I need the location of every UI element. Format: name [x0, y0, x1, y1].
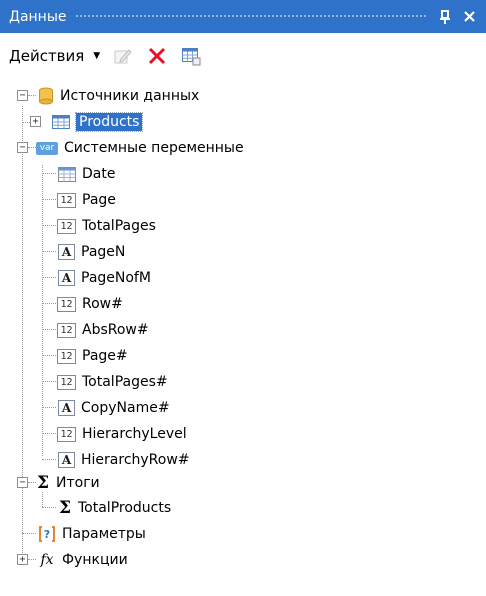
tree-node-totalpages-hash[interactable]: 12 TotalPages# [57, 369, 168, 395]
tree-label: Параметры [62, 526, 146, 542]
variable-icon: var [36, 141, 58, 155]
tree-label: Row# [82, 296, 123, 312]
toolbar: Действия ▼ [0, 33, 486, 79]
tree-node-copyname[interactable]: A CopyName# [58, 395, 170, 421]
tree-node-products[interactable]: Products [52, 109, 144, 135]
tree-node-totalpages[interactable]: 12 TotalPages [57, 213, 156, 239]
panel-titlebar: Данные [0, 0, 486, 33]
number-icon: 12 [57, 192, 76, 208]
tree-node-page-hash[interactable]: 12 Page# [57, 343, 128, 369]
actions-dropdown[interactable]: Действия ▼ [9, 47, 100, 65]
edit-button[interactable] [112, 45, 134, 67]
expand-toggle-functions[interactable]: + [17, 554, 28, 565]
text-icon: A [58, 270, 75, 286]
tree-label: Системные переменные [64, 140, 244, 156]
parameters-icon: ? [38, 525, 56, 543]
text-icon: A [58, 400, 75, 416]
panel-title: Данные [9, 8, 67, 25]
actions-label: Действия [9, 47, 85, 65]
tree-label: Page# [82, 348, 128, 364]
tree-label: CopyName# [81, 400, 170, 416]
titlebar-grip [74, 14, 428, 19]
pin-icon[interactable] [436, 7, 454, 27]
tree-label: Функции [62, 552, 128, 568]
tree-node-system-variables[interactable]: var Системные переменные [36, 135, 244, 161]
edit-icon [114, 49, 132, 64]
tree-node-date[interactable]: Date [58, 161, 115, 187]
tree-label: HierarchyRow# [81, 452, 190, 468]
tree-label: Page [82, 192, 116, 208]
tree-node-totals[interactable]: Σ Итоги [36, 470, 100, 496]
data-grid-button[interactable] [180, 45, 202, 67]
database-icon [38, 87, 54, 105]
number-icon: 12 [57, 348, 76, 364]
number-icon: 12 [57, 322, 76, 338]
function-icon: fx [40, 552, 54, 568]
tree-label: TotalProducts [78, 500, 172, 516]
tree-label: HierarchyLevel [82, 426, 187, 442]
text-icon: A [58, 244, 75, 260]
tree-node-absrow[interactable]: 12 AbsRow# [57, 317, 149, 343]
tree-node-functions[interactable]: fx Функции [38, 547, 128, 573]
tree-label: AbsRow# [82, 322, 149, 338]
date-icon [58, 166, 76, 182]
tree-node-parameters[interactable]: ? Параметры [38, 521, 146, 547]
tree-node-row[interactable]: 12 Row# [57, 291, 123, 317]
tree-label: PageN [81, 244, 126, 260]
close-icon[interactable] [460, 7, 478, 27]
tree-label: Итоги [56, 475, 100, 491]
tree-label: TotalPages# [82, 374, 168, 390]
collapse-toggle-data-sources[interactable]: − [17, 90, 28, 101]
sigma-icon: Σ [58, 498, 72, 518]
table-icon [52, 115, 70, 129]
tree-node-pagenofm[interactable]: A PageNofM [58, 265, 151, 291]
tree-label: Products [74, 112, 144, 132]
tree-node-page[interactable]: 12 Page [57, 187, 116, 213]
chevron-down-icon: ▼ [93, 51, 101, 61]
number-icon: 12 [57, 426, 76, 442]
tree-node-totalproducts[interactable]: Σ TotalProducts [58, 495, 171, 521]
tree-node-data-sources[interactable]: Источники данных [38, 83, 199, 109]
data-grid-icon [182, 48, 201, 66]
tree-node-hierarchylevel[interactable]: 12 HierarchyLevel [57, 421, 187, 447]
delete-icon [149, 47, 166, 65]
expand-toggle-products[interactable]: + [30, 116, 41, 127]
svg-text:?: ? [44, 528, 50, 541]
delete-button[interactable] [146, 45, 168, 67]
number-icon: 12 [57, 374, 76, 390]
tree-label: Источники данных [60, 88, 200, 104]
number-icon: 12 [57, 218, 76, 234]
tree-label: TotalPages [82, 218, 156, 234]
number-icon: 12 [57, 296, 76, 312]
tree-node-pagen[interactable]: A PageN [58, 239, 125, 265]
sigma-icon: Σ [36, 473, 50, 493]
collapse-toggle-system-variables[interactable]: − [17, 142, 28, 153]
collapse-toggle-totals[interactable]: − [17, 477, 28, 488]
tree-label: Date [82, 166, 116, 182]
tree-label: PageNofM [81, 270, 151, 286]
text-icon: A [58, 452, 75, 468]
data-tree: − Источники данных + Products − var Сист… [0, 79, 486, 596]
